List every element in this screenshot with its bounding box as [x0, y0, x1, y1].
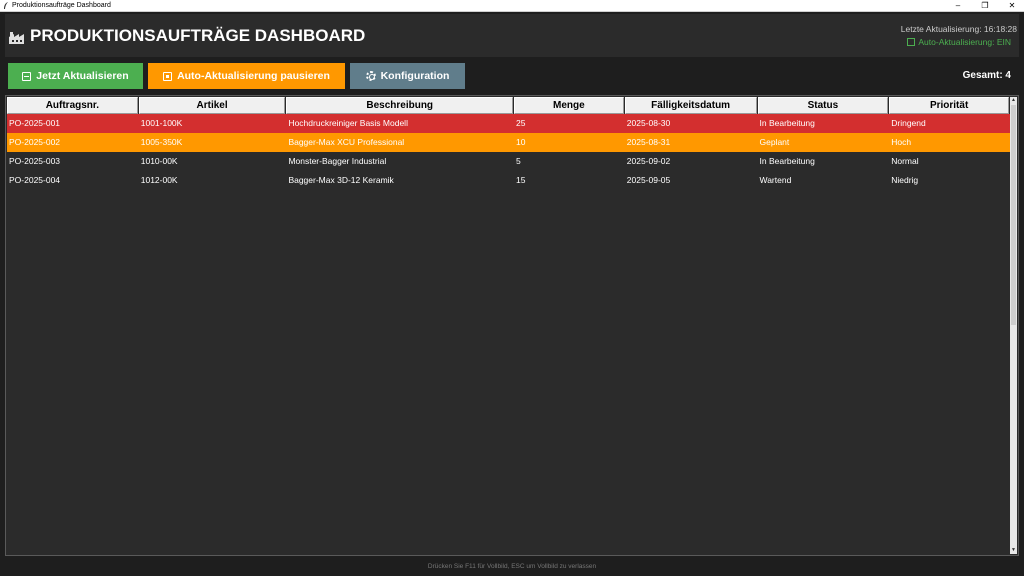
cell-article: 1001-100K [140, 118, 183, 128]
status-subtext [921, 49, 1011, 53]
cell-due-date: 2025-08-30 [626, 118, 671, 128]
scrollbar-thumb[interactable] [1011, 105, 1016, 325]
column-header-due-date[interactable]: Fälligkeitsdatum [624, 97, 757, 114]
cell-due-date: 2025-08-31 [626, 137, 671, 147]
column-header-order-number[interactable]: Auftragsnr. [7, 97, 138, 114]
cell-status: In Bearbeitung [759, 118, 815, 128]
cell-due-date: 2025-09-02 [626, 156, 671, 166]
pause-auto-refresh-button[interactable]: Auto-Aktualisierung pausieren [148, 63, 345, 89]
cell-article: 1012-00K [140, 175, 178, 185]
cell-order-number: PO-2025-003 [9, 156, 61, 166]
table-body: PO-2025-001 1001-100K Hochdruckreiniger … [7, 114, 1010, 190]
page-title: PRODUKTIONSAUFTRÄGE DASHBOARD [30, 26, 366, 45]
configuration-label: Konfiguration [380, 70, 450, 82]
feather-icon [4, 2, 8, 9]
window-titlebar: Produktionsaufträge Dashboard – ❐ ✕ [0, 0, 1024, 12]
cell-quantity: 15 [515, 175, 526, 185]
column-header-status[interactable]: Status [757, 97, 889, 114]
cell-order-number: PO-2025-002 [9, 137, 61, 147]
cell-description: Bagger-Max 3D-12 Keramik [288, 175, 394, 185]
table-row[interactable]: PO-2025-001 1001-100K Hochdruckreiniger … [7, 114, 1010, 133]
cell-article: 1010-00K [140, 156, 178, 166]
cell-priority: Dringend [891, 118, 926, 128]
table-row[interactable]: PO-2025-004 1012-00K Bagger-Max 3D-12 Ke… [7, 171, 1010, 190]
orders-table[interactable]: Auftragsnr. Artikel Beschreibung Menge F… [5, 95, 1019, 556]
table-header: Auftragsnr. Artikel Beschreibung Menge F… [7, 97, 1010, 114]
vertical-scrollbar[interactable]: ▲ ▼ [1010, 97, 1017, 554]
cell-quantity: 10 [515, 137, 526, 147]
cell-priority: Niedrig [891, 175, 919, 185]
close-button[interactable]: ✕ [1000, 0, 1024, 12]
column-header-article[interactable]: Artikel [138, 97, 286, 114]
refresh-icon [907, 38, 916, 46]
dashboard-header: PRODUKTIONSAUFTRÄGE DASHBOARD Letzte Akt… [5, 14, 1019, 57]
column-header-priority[interactable]: Priorität [889, 97, 1009, 114]
stop-icon [163, 71, 173, 81]
gear-icon [365, 71, 376, 81]
cell-priority: Normal [891, 156, 919, 166]
cell-status: Geplant [759, 137, 790, 147]
cell-article: 1005-350K [140, 137, 183, 147]
table-row[interactable]: PO-2025-003 1010-00K Monster-Bagger Indu… [7, 152, 1010, 171]
last-update-text: Letzte Aktualisierung: 16:18:28 [900, 24, 1017, 34]
maximize-button[interactable]: ❐ [973, 0, 997, 12]
refresh-now-label: Jetzt Aktualisieren [36, 70, 129, 82]
cell-status: Wartend [759, 175, 792, 185]
cell-description: Bagger-Max XCU Professional [288, 137, 405, 147]
cell-order-number: PO-2025-004 [9, 175, 61, 185]
auto-refresh-label: Auto-Aktualisierung: EIN [918, 37, 1011, 47]
scroll-down-icon[interactable]: ▼ [1010, 547, 1017, 554]
cell-order-number: PO-2025-001 [9, 118, 61, 128]
window-title: Produktionsaufträge Dashboard [12, 2, 111, 9]
cell-status: In Bearbeitung [759, 156, 815, 166]
cell-description: Monster-Bagger Industrial [288, 156, 387, 166]
auto-refresh-status: Auto-Aktualisierung: EIN [907, 37, 1011, 48]
cell-description: Hochdruckreiniger Basis Modell [288, 118, 408, 128]
table-row[interactable]: PO-2025-002 1005-350K Bagger-Max XCU Pro… [7, 133, 1010, 152]
cell-due-date: 2025-09-05 [626, 175, 671, 185]
scroll-up-icon[interactable]: ▲ [1010, 97, 1017, 104]
column-header-description[interactable]: Beschreibung [286, 97, 513, 114]
refresh-icon [22, 71, 32, 81]
cell-quantity: 25 [515, 118, 526, 128]
minimize-button[interactable]: – [946, 0, 970, 12]
cell-priority: Hoch [891, 137, 912, 147]
footer-hint: Drücken Sie F11 für Vollbild, ESC um Vol… [427, 563, 597, 570]
cell-quantity: 5 [515, 156, 521, 166]
configuration-button[interactable]: Konfiguration [350, 63, 465, 89]
factory-icon [9, 32, 24, 44]
total-count: Gesamt: 4 [962, 70, 1011, 81]
refresh-now-button[interactable]: Jetzt Aktualisieren [8, 63, 143, 89]
column-header-quantity[interactable]: Menge [513, 97, 624, 114]
pause-auto-refresh-label: Auto-Aktualisierung pausieren [177, 70, 330, 82]
